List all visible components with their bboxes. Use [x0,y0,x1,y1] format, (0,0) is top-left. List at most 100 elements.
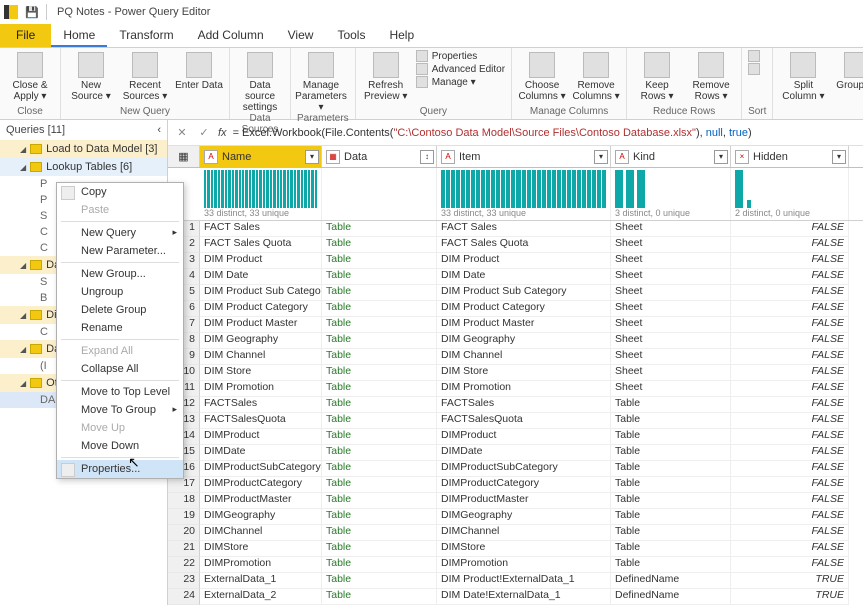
menu-item-new-parameter-[interactable]: New Parameter... [57,242,183,260]
bool-type-icon[interactable]: × [735,150,749,164]
close-apply-button[interactable]: Close & Apply ▾ [6,50,54,102]
table-row[interactable]: 22 DIMPromotion Table DIMPromotion Table… [168,557,863,573]
remove-columns-button[interactable]: Remove Columns ▾ [572,50,620,102]
row-number[interactable]: 18 [168,493,200,509]
cell-data[interactable]: Table [322,317,437,333]
tab-help[interactable]: Help [377,24,426,47]
table-row[interactable]: 19 DIMGeography Table DIMGeography Table… [168,509,863,525]
keep-rows-button[interactable]: Keep Rows ▾ [633,50,681,102]
cell-data[interactable]: Table [322,573,437,589]
table-row[interactable]: 5 DIM Product Sub Category Table DIM Pro… [168,285,863,301]
row-number[interactable]: 21 [168,541,200,557]
folder-lookup-tables[interactable]: ◢Lookup Tables [6] CopyPasteNew QueryNew… [0,158,167,176]
table-row[interactable]: 7 DIM Product Master Table DIM Product M… [168,317,863,333]
table-row[interactable]: 3 DIM Product Table DIM Product Sheet FA… [168,253,863,269]
row-number[interactable]: 23 [168,573,200,589]
new-source-button[interactable]: New Source ▾ [67,50,115,102]
sort-asc-button[interactable] [748,50,760,62]
table-row[interactable]: 9 DIM Channel Table DIM Channel Sheet FA… [168,349,863,365]
cell-data[interactable]: Table [322,397,437,413]
cell-data[interactable]: Table [322,221,437,237]
text-type-icon[interactable]: A [615,150,629,164]
tab-file[interactable]: File [0,24,51,47]
cell-data[interactable]: Table [322,445,437,461]
cell-data[interactable]: Table [322,589,437,605]
column-header-data[interactable]: ▦Data↕ [322,146,437,167]
fx-icon[interactable]: fx [218,127,227,139]
manage-button[interactable]: Manage ▾ [416,76,505,88]
accept-formula-icon[interactable]: ✓ [196,125,212,141]
remove-rows-button[interactable]: Remove Rows ▾ [687,50,735,102]
row-number[interactable]: 17 [168,477,200,493]
choose-columns-button[interactable]: Choose Columns ▾ [518,50,566,102]
menu-item-move-to-top-level[interactable]: Move to Top Level [57,383,183,401]
cell-data[interactable]: Table [322,493,437,509]
column-header-hidden[interactable]: ×Hidden▾ [731,146,849,167]
table-row[interactable]: 4 DIM Date Table DIM Date Sheet FALSE [168,269,863,285]
menu-item-new-query[interactable]: New Query [57,224,183,242]
menu-item-move-down[interactable]: Move Down [57,437,183,455]
menu-item-rename[interactable]: Rename [57,319,183,337]
table-row[interactable]: 11 DIM Promotion Table DIM Promotion She… [168,381,863,397]
table-row[interactable]: 17 DIMProductCategory Table DIMProductCa… [168,477,863,493]
cell-data[interactable]: Table [322,333,437,349]
menu-item-move-to-group[interactable]: Move To Group [57,401,183,419]
menu-item-delete-group[interactable]: Delete Group [57,301,183,319]
menu-item-new-group-[interactable]: New Group... [57,265,183,283]
cell-data[interactable]: Table [322,429,437,445]
table-row[interactable]: 6 DIM Product Category Table DIM Product… [168,301,863,317]
row-number[interactable]: 20 [168,525,200,541]
group-by-button[interactable]: Group By [833,50,863,91]
column-header-name[interactable]: AName▾ [200,146,322,167]
cell-data[interactable]: Table [322,285,437,301]
table-row[interactable]: 21 DIMStore Table DIMStore Table FALSE [168,541,863,557]
cell-data[interactable]: Table [322,509,437,525]
menu-item-copy[interactable]: Copy [57,183,183,201]
column-header-item[interactable]: AItem▾ [437,146,611,167]
formula-text[interactable]: = Excel.Workbook(File.Contents("C:\Conto… [233,127,857,139]
table-row[interactable]: 24 ExternalData_2 Table DIM Date!Externa… [168,589,863,605]
table-row[interactable]: 10 DIM Store Table DIM Store Sheet FALSE [168,365,863,381]
table-row[interactable]: 16 DIMProductSubCategory Table DIMProduc… [168,461,863,477]
text-type-icon[interactable]: A [441,150,455,164]
sort-desc-button[interactable] [748,63,760,75]
filter-dropdown-icon[interactable]: ▾ [305,150,319,164]
manage-parameters-button[interactable]: Manage Parameters ▾ [297,50,345,113]
table-row[interactable]: 18 DIMProductMaster Table DIMProductMast… [168,493,863,509]
table-row[interactable]: 1 FACT Sales Table FACT Sales Sheet FALS… [168,221,863,237]
cell-data[interactable]: Table [322,349,437,365]
filter-dropdown-icon[interactable]: ▾ [594,150,608,164]
properties-button[interactable]: Properties [416,50,505,62]
cell-data[interactable]: Table [322,365,437,381]
cell-data[interactable]: Table [322,269,437,285]
table-row[interactable]: 13 FACTSalesQuota Table FACTSalesQuota T… [168,413,863,429]
row-number[interactable]: 22 [168,557,200,573]
save-icon[interactable]: 💾 [22,2,42,22]
menu-item-ungroup[interactable]: Ungroup [57,283,183,301]
table-row[interactable]: 20 DIMChannel Table DIMChannel Table FAL… [168,525,863,541]
tab-transform[interactable]: Transform [107,24,185,47]
folder-load-to-model[interactable]: ◢Load to Data Model [3] [0,140,167,158]
split-column-button[interactable]: Split Column ▾ [779,50,827,102]
table-row[interactable]: 14 DIMProduct Table DIMProduct Table FAL… [168,429,863,445]
tab-add-column[interactable]: Add Column [186,24,276,47]
tab-home[interactable]: Home [51,24,107,47]
cell-data[interactable]: Table [322,301,437,317]
table-row[interactable]: 8 DIM Geography Table DIM Geography Shee… [168,333,863,349]
table-row[interactable]: 12 FACTSales Table FACTSales Table FALSE [168,397,863,413]
text-type-icon[interactable]: A [204,150,218,164]
row-number[interactable]: 19 [168,509,200,525]
cell-data[interactable]: Table [322,461,437,477]
table-row[interactable]: 2 FACT Sales Quota Table FACT Sales Quot… [168,237,863,253]
refresh-preview-button[interactable]: Refresh Preview ▾ [362,50,410,102]
table-row[interactable]: 15 DIMDate Table DIMDate Table FALSE [168,445,863,461]
recent-sources-button[interactable]: Recent Sources ▾ [121,50,169,102]
filter-dropdown-icon[interactable]: ▾ [832,150,846,164]
cancel-formula-icon[interactable]: ✕ [174,125,190,141]
row-number[interactable]: 24 [168,589,200,605]
collapse-panel-icon[interactable]: ‹ [157,124,161,136]
cell-data[interactable]: Table [322,253,437,269]
table-type-icon[interactable]: ▦ [326,150,340,164]
cell-data[interactable]: Table [322,557,437,573]
table-row[interactable]: 23 ExternalData_1 Table DIM Product!Exte… [168,573,863,589]
